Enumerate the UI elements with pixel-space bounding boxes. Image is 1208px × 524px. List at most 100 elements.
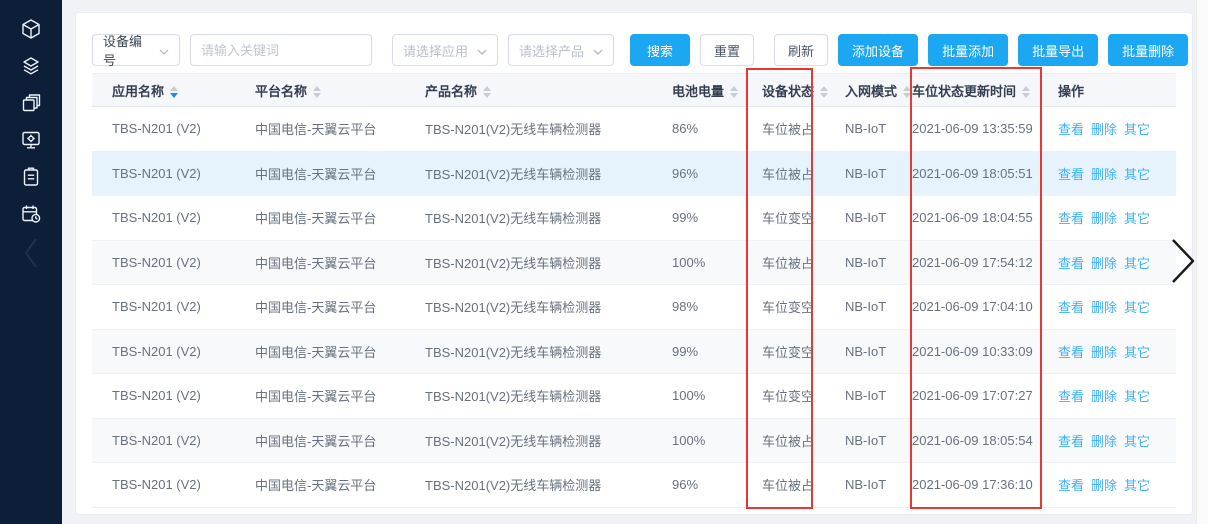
action-other-link[interactable]: 其它 xyxy=(1124,256,1150,271)
copies-icon xyxy=(20,92,42,114)
cell-battery: 96% xyxy=(652,463,742,508)
cell-battery: 98% xyxy=(652,285,742,330)
action-other-link[interactable]: 其它 xyxy=(1124,434,1150,449)
sort-carets-icon xyxy=(820,86,828,98)
cell-app: TBS-N201 (V2) xyxy=(92,463,235,508)
cell-battery: 100% xyxy=(652,418,742,463)
app-select-placeholder: 请选择应用 xyxy=(403,41,468,60)
sidebar-item-schedule[interactable] xyxy=(0,195,62,232)
column-header-platform[interactable]: 平台名称 xyxy=(235,74,405,107)
cell-product: TBS-N201(V2)无线车辆检测器 xyxy=(405,329,652,374)
sort-desc-icon xyxy=(483,93,491,98)
action-delete-link[interactable]: 删除 xyxy=(1091,256,1117,271)
sort-carets-icon xyxy=(903,86,911,98)
sort-asc-icon xyxy=(313,86,321,91)
action-delete-link[interactable]: 删除 xyxy=(1091,345,1117,360)
action-view-link[interactable]: 查看 xyxy=(1058,211,1084,226)
table-row[interactable]: TBS-N201 (V2)中国电信-天翼云平台TBS-N201(V2)无线车辆检… xyxy=(92,240,1176,285)
sidebar-collapse-button[interactable] xyxy=(0,234,62,271)
search-field-value: 设备编号 xyxy=(103,31,153,69)
product-select[interactable]: 请选择产品 xyxy=(508,34,614,66)
action-delete-link[interactable]: 删除 xyxy=(1091,434,1117,449)
table-row[interactable]: TBS-N201 (V2)中国电信-天翼云平台TBS-N201(V2)无线车辆检… xyxy=(92,329,1176,374)
cell-network: NB-IoT xyxy=(825,463,892,508)
action-view-link[interactable]: 查看 xyxy=(1058,345,1084,360)
action-delete-link[interactable]: 删除 xyxy=(1091,300,1117,315)
action-delete-link[interactable]: 删除 xyxy=(1091,478,1117,493)
action-view-link[interactable]: 查看 xyxy=(1058,434,1084,449)
action-view-link[interactable]: 查看 xyxy=(1058,478,1084,493)
column-header-status[interactable]: 设备状态 xyxy=(742,74,825,107)
action-other-link[interactable]: 其它 xyxy=(1124,389,1150,404)
table-row[interactable]: TBS-N201 (V2)中国电信-天翼云平台TBS-N201(V2)无线车辆检… xyxy=(92,463,1176,508)
sidebar-item-products[interactable] xyxy=(0,84,62,121)
next-page-button[interactable] xyxy=(1170,238,1196,289)
app-select[interactable]: 请选择应用 xyxy=(392,34,498,66)
cell-platform: 中国电信-天翼云平台 xyxy=(235,285,405,330)
sidebar-item-devices[interactable] xyxy=(0,10,62,47)
cell-network: NB-IoT xyxy=(825,240,892,285)
column-header-app[interactable]: 应用名称 xyxy=(92,74,235,107)
cell-network: NB-IoT xyxy=(825,285,892,330)
action-view-link[interactable]: 查看 xyxy=(1058,256,1084,271)
sidebar-item-applications[interactable] xyxy=(0,47,62,84)
cell-updated: 2021-06-09 17:04:10 xyxy=(892,285,1038,330)
column-label: 设备状态 xyxy=(762,84,814,99)
sidebar-item-device-management[interactable] xyxy=(0,121,62,158)
cell-product: TBS-N201(V2)无线车辆检测器 xyxy=(405,107,652,152)
column-header-network[interactable]: 入网模式 xyxy=(825,74,892,107)
action-delete-link[interactable]: 删除 xyxy=(1091,211,1117,226)
cell-updated: 2021-06-09 17:36:10 xyxy=(892,463,1038,508)
cell-battery: 100% xyxy=(652,240,742,285)
sort-carets-icon xyxy=(170,86,178,98)
action-delete-link[interactable]: 删除 xyxy=(1091,389,1117,404)
table-row[interactable]: TBS-N201 (V2)中国电信-天翼云平台TBS-N201(V2)无线车辆检… xyxy=(92,285,1176,330)
action-other-link[interactable]: 其它 xyxy=(1124,211,1150,226)
sort-asc-icon xyxy=(903,86,911,91)
action-other-link[interactable]: 其它 xyxy=(1124,167,1150,182)
action-delete-link[interactable]: 删除 xyxy=(1091,122,1117,137)
batch-add-button[interactable]: 批量添加 xyxy=(928,34,1008,66)
cell-status: 车位变空 xyxy=(742,285,825,330)
action-view-link[interactable]: 查看 xyxy=(1058,389,1084,404)
column-header-battery[interactable]: 电池电量 xyxy=(652,74,742,107)
cell-updated: 2021-06-09 18:05:51 xyxy=(892,151,1038,196)
cell-status: 车位被占 xyxy=(742,240,825,285)
table-row[interactable]: TBS-N201 (V2)中国电信-天翼云平台TBS-N201(V2)无线车辆检… xyxy=(92,196,1176,241)
action-other-link[interactable]: 其它 xyxy=(1124,345,1150,360)
device-table: 应用名称平台名称产品名称电池电量设备状态入网模式车位状态更新时间操作 TBS-N… xyxy=(92,73,1176,508)
sidebar xyxy=(0,0,62,524)
reset-button[interactable]: 重置 xyxy=(700,34,754,66)
batch-export-button[interactable]: 批量导出 xyxy=(1018,34,1098,66)
action-view-link[interactable]: 查看 xyxy=(1058,300,1084,315)
sidebar-item-reports[interactable] xyxy=(0,158,62,195)
action-delete-link[interactable]: 删除 xyxy=(1091,167,1117,182)
cell-network: NB-IoT xyxy=(825,107,892,152)
table-row[interactable]: TBS-N201 (V2)中国电信-天翼云平台TBS-N201(V2)无线车辆检… xyxy=(92,151,1176,196)
keyword-input[interactable] xyxy=(190,34,372,66)
search-field-select[interactable]: 设备编号 xyxy=(92,34,180,66)
action-view-link[interactable]: 查看 xyxy=(1058,122,1084,137)
cell-network: NB-IoT xyxy=(825,418,892,463)
action-other-link[interactable]: 其它 xyxy=(1124,122,1150,137)
scrollbar[interactable] xyxy=(1196,0,1208,524)
cell-product: TBS-N201(V2)无线车辆检测器 xyxy=(405,418,652,463)
refresh-button[interactable]: 刷新 xyxy=(774,34,828,66)
action-other-link[interactable]: 其它 xyxy=(1124,478,1150,493)
batch-delete-button[interactable]: 批量删除 xyxy=(1108,34,1188,66)
search-button[interactable]: 搜索 xyxy=(630,34,690,66)
add-device-button[interactable]: 添加设备 xyxy=(838,34,918,66)
cell-actions: 查看删除其它 xyxy=(1038,240,1176,285)
cell-updated: 2021-06-09 18:05:54 xyxy=(892,418,1038,463)
table-row[interactable]: TBS-N201 (V2)中国电信-天翼云平台TBS-N201(V2)无线车辆检… xyxy=(92,418,1176,463)
cell-actions: 查看删除其它 xyxy=(1038,418,1176,463)
action-view-link[interactable]: 查看 xyxy=(1058,167,1084,182)
table-row[interactable]: TBS-N201 (V2)中国电信-天翼云平台TBS-N201(V2)无线车辆检… xyxy=(92,107,1176,152)
column-header-updated[interactable]: 车位状态更新时间 xyxy=(892,74,1038,107)
table-body: TBS-N201 (V2)中国电信-天翼云平台TBS-N201(V2)无线车辆检… xyxy=(92,107,1176,508)
cell-app: TBS-N201 (V2) xyxy=(92,151,235,196)
cell-product: TBS-N201(V2)无线车辆检测器 xyxy=(405,463,652,508)
action-other-link[interactable]: 其它 xyxy=(1124,300,1150,315)
table-row[interactable]: TBS-N201 (V2)中国电信-天翼云平台TBS-N201(V2)无线车辆检… xyxy=(92,374,1176,419)
column-header-product[interactable]: 产品名称 xyxy=(405,74,652,107)
